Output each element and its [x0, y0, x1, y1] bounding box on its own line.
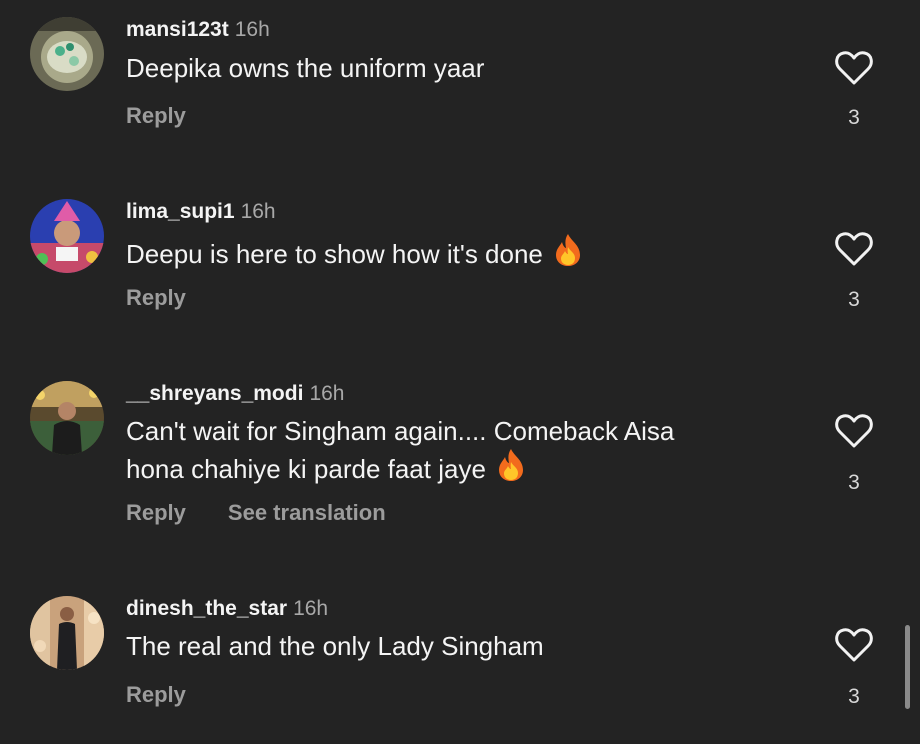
comment-item: dinesh_the_star 16h The real and the only…: [0, 0, 920, 744]
heart-outline-icon[interactable]: [834, 627, 874, 663]
comment-text-line: The real and the only Lady Singham: [126, 631, 544, 661]
comment-header: dinesh_the_star 16h: [126, 596, 328, 622]
comment-actions: Reply: [126, 682, 186, 708]
like-count: 3: [848, 685, 860, 708]
timestamp: 16h: [293, 597, 329, 620]
avatar[interactable]: [30, 596, 104, 670]
scrollbar[interactable]: [905, 625, 910, 709]
reply-button[interactable]: Reply: [126, 682, 186, 707]
username[interactable]: dinesh_the_star: [126, 597, 287, 620]
comment-text: The real and the only Lady Singham: [126, 630, 786, 663]
